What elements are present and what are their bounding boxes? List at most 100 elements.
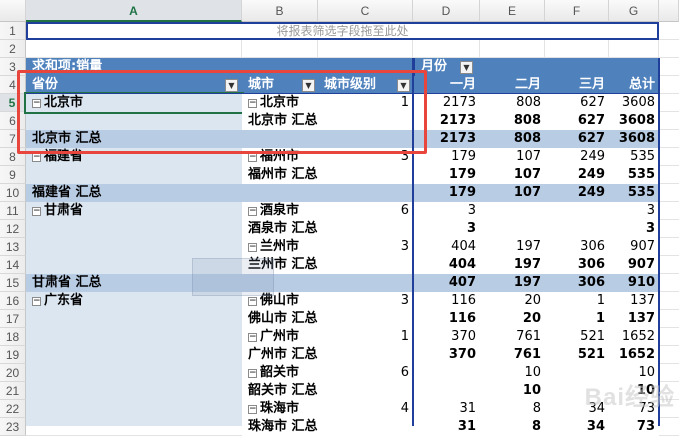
sales-value[interactable]: 3608 bbox=[609, 94, 659, 112]
city-subtotal-value[interactable]: 535 bbox=[609, 166, 659, 184]
pivot-value-label[interactable]: 求和项:销量 bbox=[26, 58, 413, 76]
province-subtotal-value[interactable]: 627 bbox=[545, 130, 609, 148]
row-header-12[interactable]: 12 bbox=[0, 220, 26, 238]
collapse-icon[interactable]: − bbox=[248, 333, 257, 342]
city-subtotal-value[interactable]: 116 bbox=[413, 310, 480, 328]
city-subtotal-value[interactable]: 1652 bbox=[609, 346, 659, 364]
province-subtotal-value[interactable]: 407 bbox=[413, 274, 480, 292]
city-subtotal-value[interactable] bbox=[413, 382, 480, 400]
column-header-b[interactable]: B bbox=[242, 0, 318, 22]
column-header-d[interactable]: D bbox=[413, 0, 480, 22]
city-subtotal-value[interactable]: 179 bbox=[413, 166, 480, 184]
city-subtotal-value[interactable]: 1 bbox=[545, 310, 609, 328]
city-subtotal-label[interactable]: 酒泉市 汇总 bbox=[242, 220, 413, 238]
city-subtotal-value[interactable]: 137 bbox=[609, 310, 659, 328]
collapse-icon[interactable]: − bbox=[32, 207, 41, 216]
row-header-20[interactable]: 20 bbox=[0, 364, 26, 382]
city-subtotal-value[interactable]: 306 bbox=[545, 256, 609, 274]
column-header-f[interactable]: F bbox=[545, 0, 609, 22]
city-subtotal-value[interactable]: 10 bbox=[480, 382, 545, 400]
row-header-4[interactable]: 4 bbox=[0, 76, 26, 94]
row-field-province-header[interactable]: 省份 bbox=[26, 76, 242, 94]
sales-value[interactable]: 404 bbox=[413, 238, 480, 256]
sales-value[interactable]: 370 bbox=[413, 328, 480, 346]
city-subtotal-value[interactable] bbox=[545, 220, 609, 238]
row-header-1[interactable]: 1 bbox=[0, 22, 26, 40]
city-subtotal-value[interactable]: 907 bbox=[609, 256, 659, 274]
month-header-m1[interactable]: 一月 bbox=[413, 76, 480, 94]
row-header-3[interactable]: 3 bbox=[0, 58, 26, 76]
sales-value[interactable]: 761 bbox=[480, 328, 545, 346]
province-label[interactable]: − 北京市 bbox=[24, 92, 244, 114]
sales-value[interactable]: 8 bbox=[480, 400, 545, 418]
sales-value[interactable]: 1 bbox=[545, 292, 609, 310]
sales-value[interactable]: 137 bbox=[609, 292, 659, 310]
collapse-icon[interactable]: − bbox=[32, 297, 41, 306]
collapse-icon[interactable]: − bbox=[248, 369, 257, 378]
level-filter-button[interactable]: ▼ bbox=[397, 79, 410, 92]
row-header-21[interactable]: 21 bbox=[0, 382, 26, 400]
sales-value[interactable]: 116 bbox=[413, 292, 480, 310]
city-subtotal-value[interactable]: 34 bbox=[545, 418, 609, 436]
city-level-value[interactable]: 1 bbox=[318, 94, 413, 112]
sales-value[interactable] bbox=[545, 202, 609, 220]
city-level-value[interactable]: 4 bbox=[318, 400, 413, 418]
row-header-15[interactable]: 15 bbox=[0, 274, 26, 292]
city-level-value[interactable]: 3 bbox=[318, 292, 413, 310]
month-header-m2[interactable]: 二月 bbox=[480, 76, 545, 94]
collapse-icon[interactable]: − bbox=[248, 405, 257, 414]
sales-value[interactable]: 107 bbox=[480, 148, 545, 166]
row-header-19[interactable]: 19 bbox=[0, 346, 26, 364]
city-subtotal-value[interactable]: 31 bbox=[413, 418, 480, 436]
province-filter-button[interactable]: ▼ bbox=[225, 79, 238, 92]
sales-value[interactable]: 907 bbox=[609, 238, 659, 256]
city-label[interactable]: − 福州市 bbox=[242, 148, 318, 166]
sales-value[interactable]: 2173 bbox=[413, 94, 480, 112]
sales-value[interactable]: 197 bbox=[480, 238, 545, 256]
row-header-6[interactable]: 6 bbox=[0, 112, 26, 130]
city-subtotal-value[interactable]: 20 bbox=[480, 310, 545, 328]
city-label[interactable]: − 珠海市 bbox=[242, 400, 318, 418]
collapse-icon[interactable]: − bbox=[248, 243, 257, 252]
month-header-total[interactable]: 总计 bbox=[609, 76, 659, 94]
city-subtotal-value[interactable]: 3608 bbox=[609, 112, 659, 130]
city-subtotal-value[interactable] bbox=[480, 220, 545, 238]
province-subtotal-value[interactable]: 3608 bbox=[609, 130, 659, 148]
collapse-icon[interactable]: − bbox=[248, 99, 257, 108]
province-subtotal-value[interactable]: 808 bbox=[480, 130, 545, 148]
sales-value[interactable]: 627 bbox=[545, 94, 609, 112]
row-header-5[interactable]: 5 bbox=[0, 94, 26, 112]
province-subtotal-value[interactable]: 535 bbox=[609, 184, 659, 202]
collapse-icon[interactable]: − bbox=[248, 297, 257, 306]
column-header-e[interactable]: E bbox=[480, 0, 545, 22]
row-header-14[interactable]: 14 bbox=[0, 256, 26, 274]
city-subtotal-value[interactable]: 761 bbox=[480, 346, 545, 364]
row-header-7[interactable]: 7 bbox=[0, 130, 26, 148]
city-filter-button[interactable]: ▼ bbox=[302, 79, 315, 92]
city-label[interactable]: − 北京市 bbox=[242, 94, 318, 112]
province-subtotal-value[interactable]: 179 bbox=[413, 184, 480, 202]
column-header-h[interactable] bbox=[659, 0, 679, 22]
city-subtotal-value[interactable]: 404 bbox=[413, 256, 480, 274]
sales-value[interactable]: 249 bbox=[545, 148, 609, 166]
city-subtotal-value[interactable]: 2173 bbox=[413, 112, 480, 130]
province-subtotal-value[interactable]: 2173 bbox=[413, 130, 480, 148]
sales-value[interactable]: 306 bbox=[545, 238, 609, 256]
province-label[interactable]: − 福建省 bbox=[26, 148, 242, 166]
province-subtotal-value[interactable]: 197 bbox=[480, 274, 545, 292]
sales-value[interactable]: 521 bbox=[545, 328, 609, 346]
column-field-filter-button[interactable]: ▼ bbox=[460, 61, 473, 74]
city-subtotal-value[interactable]: 627 bbox=[545, 112, 609, 130]
row-header-9[interactable]: 9 bbox=[0, 166, 26, 184]
column-header-a[interactable]: A bbox=[26, 0, 242, 22]
city-subtotal-value[interactable]: 521 bbox=[545, 346, 609, 364]
city-subtotal-value[interactable]: 8 bbox=[480, 418, 545, 436]
row-header-16[interactable]: 16 bbox=[0, 292, 26, 310]
row-header-22[interactable]: 22 bbox=[0, 400, 26, 418]
city-subtotal-value[interactable]: 73 bbox=[609, 418, 659, 436]
province-subtotal-value[interactable]: 910 bbox=[609, 274, 659, 292]
city-label[interactable]: − 广州市 bbox=[242, 328, 318, 346]
row-header-13[interactable]: 13 bbox=[0, 238, 26, 256]
sales-value[interactable]: 1652 bbox=[609, 328, 659, 346]
city-subtotal-value[interactable]: 107 bbox=[480, 166, 545, 184]
